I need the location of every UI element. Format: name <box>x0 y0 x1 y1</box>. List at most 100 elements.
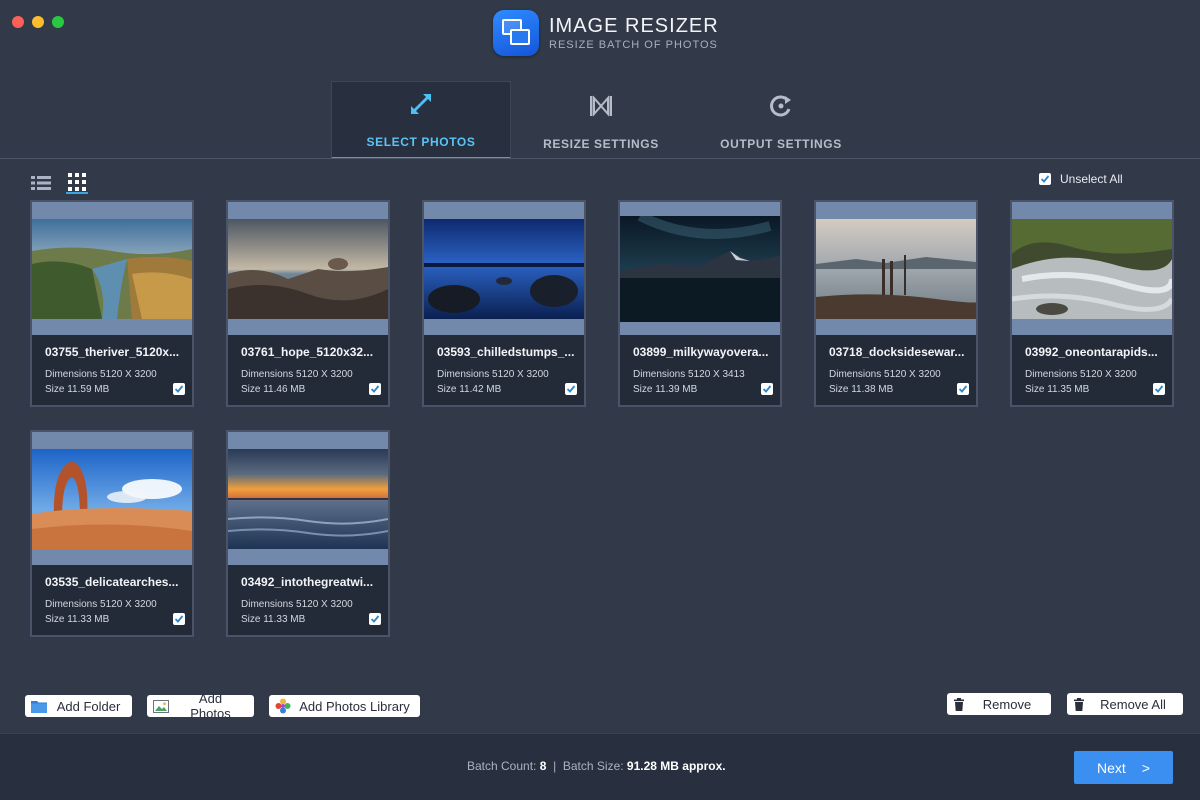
photo-name: 03761_hope_5120x32... <box>241 345 374 359</box>
trash-icon <box>954 697 964 711</box>
photo-card[interactable]: 03593_chilledstumps_... Dimensions 5120 … <box>422 200 586 407</box>
checkbox-checked-icon <box>1039 173 1051 185</box>
app-logo-icon <box>493 10 539 56</box>
window-controls <box>12 16 64 28</box>
photo-dimensions: Dimensions 5120 X 3200 <box>437 369 549 380</box>
photo-dimensions: Dimensions 5120 X 3413 <box>633 369 745 380</box>
photo-thumbnail <box>228 202 388 335</box>
photo-card[interactable]: 03492_intothegreatwi... Dimensions 5120 … <box>226 430 390 637</box>
photo-size: Size 11.59 MB <box>45 384 110 395</box>
add-photos-library-button[interactable]: Add Photos Library <box>269 695 420 717</box>
batch-summary: Batch Count: 8 | Batch Size: 91.28 MB ap… <box>467 759 726 773</box>
photo-size: Size 11.38 MB <box>829 384 894 395</box>
resize-bowtie-icon <box>587 91 615 121</box>
add-photos-library-label: Add Photos Library <box>299 698 410 714</box>
photo-checkbox[interactable] <box>173 383 185 395</box>
photo-size: Size 11.46 MB <box>241 384 306 395</box>
photo-checkbox[interactable] <box>173 613 185 625</box>
photo-name: 03899_milkywayovera... <box>633 345 769 359</box>
photo-thumbnail <box>1012 202 1172 335</box>
batch-count-value: 8 <box>539 759 547 773</box>
photo-name: 03593_chilledstumps_... <box>437 345 575 359</box>
remove-button[interactable]: Remove <box>947 693 1051 715</box>
photo-name: 03755_theriver_5120x... <box>45 345 180 359</box>
minimize-window-button[interactable] <box>32 16 44 28</box>
tab-select-photos[interactable]: SELECT PHOTOS <box>331 81 511 159</box>
folder-icon <box>31 701 47 713</box>
maximize-window-button[interactable] <box>52 16 64 28</box>
tab-label: OUTPUT SETTINGS <box>720 137 842 151</box>
add-photos-label: Add Photos <box>190 691 231 721</box>
batch-count-label: Batch Count: <box>467 759 537 773</box>
photo-name: 03492_intothegreatwi... <box>241 575 374 589</box>
photo-checkbox[interactable] <box>957 383 969 395</box>
photo-checkbox[interactable] <box>565 383 577 395</box>
photo-card[interactable]: 03992_oneontarapids... Dimensions 5120 X… <box>1010 200 1174 407</box>
photo-checkbox[interactable] <box>1153 383 1165 395</box>
photo-card[interactable]: 03755_theriver_5120x... Dimensions 5120 … <box>30 200 194 407</box>
photo-name: 03992_oneontarapids... <box>1025 345 1158 359</box>
photo-card[interactable]: 03761_hope_5120x32... Dimensions 5120 X … <box>226 200 390 407</box>
photo-dimensions: Dimensions 5120 X 3200 <box>1025 369 1137 380</box>
tab-divider <box>0 158 1200 159</box>
photo-checkbox[interactable] <box>369 613 381 625</box>
photo-dimensions: Dimensions 5120 X 3200 <box>241 369 353 380</box>
batch-size-suffix: approx. <box>682 759 726 773</box>
photo-dimensions: Dimensions 5120 X 3200 <box>829 369 941 380</box>
next-button[interactable]: Next > <box>1074 751 1173 784</box>
output-cycle-icon <box>767 91 795 121</box>
chevron-right-icon: > <box>1141 759 1150 776</box>
footer-bar: Batch Count: 8 | Batch Size: 91.28 MB ap… <box>0 733 1200 800</box>
photo-size: Size 11.39 MB <box>633 384 698 395</box>
batch-separator: | <box>553 759 557 773</box>
expand-arrows-icon <box>407 89 435 119</box>
add-folder-button[interactable]: Add Folder <box>25 695 132 717</box>
unselect-all-checkbox[interactable]: Unselect All <box>1039 172 1123 186</box>
grid-view-button[interactable] <box>66 172 88 194</box>
remove-all-button[interactable]: Remove All <box>1067 693 1183 715</box>
close-window-button[interactable] <box>12 16 24 28</box>
app-title: IMAGE RESIZER <box>549 15 719 37</box>
tab-label: SELECT PHOTOS <box>366 135 476 149</box>
tab-label: RESIZE SETTINGS <box>543 137 659 151</box>
photo-dimensions: Dimensions 5120 X 3200 <box>45 369 157 380</box>
photo-thumbnail <box>424 202 584 335</box>
photos-library-icon <box>275 698 291 714</box>
photo-thumbnail <box>32 202 192 335</box>
photo-card[interactable]: 03535_delicatearches... Dimensions 5120 … <box>30 430 194 637</box>
photo-size: Size 11.33 MB <box>241 614 306 625</box>
photo-checkbox[interactable] <box>761 383 773 395</box>
photo-size: Size 11.42 MB <box>437 384 502 395</box>
step-tabs: SELECT PHOTOS RESIZE SETTINGS OUTPUT SET… <box>331 81 871 159</box>
photo-size: Size 11.33 MB <box>45 614 110 625</box>
photo-grid: 03755_theriver_5120x... Dimensions 5120 … <box>30 200 1180 637</box>
tab-output-settings[interactable]: OUTPUT SETTINGS <box>691 81 871 159</box>
remove-label: Remove <box>982 696 1032 712</box>
app-header: IMAGE RESIZER RESIZE BATCH OF PHOTOS <box>493 10 719 56</box>
add-photos-button[interactable]: Add Photos <box>147 691 254 721</box>
photo-thumbnail <box>228 432 388 565</box>
photo-name: 03718_docksidesewar... <box>829 345 965 359</box>
trash-icon <box>1074 697 1084 711</box>
app-subtitle: RESIZE BATCH OF PHOTOS <box>549 39 718 51</box>
photo-dimensions: Dimensions 5120 X 3200 <box>241 599 353 610</box>
photo-thumbnail <box>620 202 780 335</box>
list-view-icon <box>31 176 51 190</box>
grid-view-icon <box>68 173 86 191</box>
photo-checkbox[interactable] <box>369 383 381 395</box>
photo-card[interactable]: 03718_docksidesewar... Dimensions 5120 X… <box>814 200 978 407</box>
batch-size-value: 91.28 MB <box>626 759 679 773</box>
photo-size: Size 11.35 MB <box>1025 384 1090 395</box>
tab-resize-settings[interactable]: RESIZE SETTINGS <box>511 81 691 159</box>
photo-thumbnail <box>32 432 192 565</box>
photo-name: 03535_delicatearches... <box>45 575 179 589</box>
list-view-button[interactable] <box>30 172 52 194</box>
unselect-all-label: Unselect All <box>1060 172 1123 186</box>
photo-thumbnail <box>816 202 976 335</box>
next-label: Next <box>1097 759 1126 776</box>
view-toggle <box>30 172 88 194</box>
remove-all-label: Remove All <box>1100 696 1166 712</box>
add-folder-label: Add Folder <box>56 698 121 714</box>
photo-dimensions: Dimensions 5120 X 3200 <box>45 599 157 610</box>
photo-card[interactable]: 03899_milkywayovera... Dimensions 5120 X… <box>618 200 782 407</box>
